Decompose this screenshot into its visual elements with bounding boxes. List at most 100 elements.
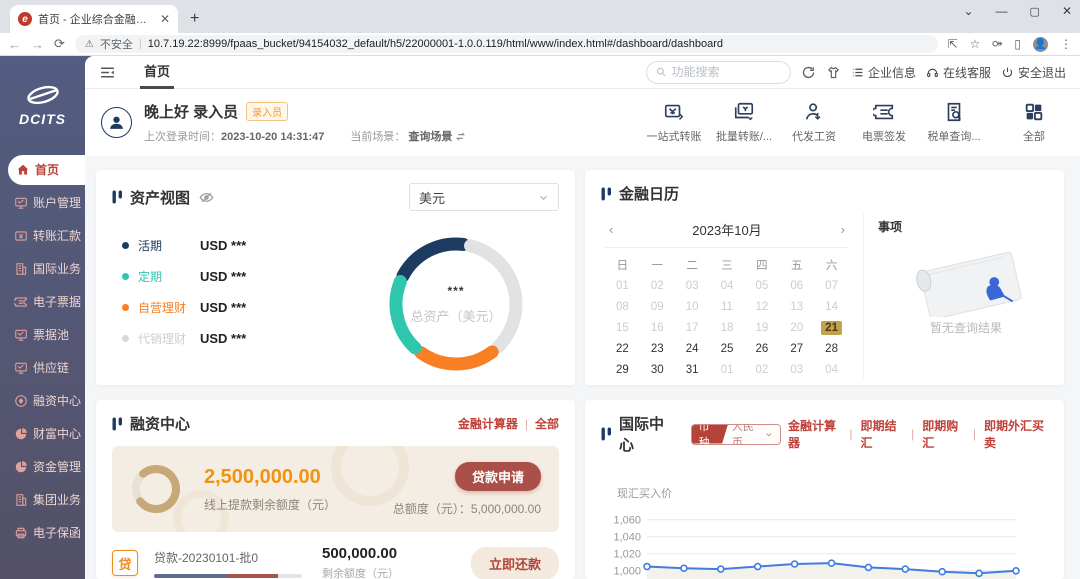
- calendar-prev-icon[interactable]: ‹: [609, 222, 631, 237]
- currency-type-select[interactable]: 币种 人民币: [691, 424, 781, 445]
- card-yuan-icon: [663, 101, 685, 123]
- sidebar-item-5[interactable]: 票据池: [0, 320, 85, 350]
- calendar-day[interactable]: 13: [779, 298, 814, 315]
- sidebar-item-4[interactable]: 电子票据: [0, 287, 85, 317]
- calendar-day[interactable]: 07: [814, 277, 849, 294]
- bookmark-star-icon[interactable]: ☆: [970, 37, 981, 51]
- quick-action-2[interactable]: 代发工资: [786, 101, 842, 144]
- search-input[interactable]: [671, 65, 780, 79]
- online-service-link[interactable]: 在线客服: [926, 64, 991, 81]
- safe-logout-link[interactable]: 安全退出: [1001, 64, 1066, 81]
- switch-scene-icon[interactable]: [455, 131, 466, 142]
- quick-action-0[interactable]: 一站式转账: [646, 101, 702, 144]
- loan-apply-button[interactable]: 贷款申请: [455, 462, 541, 491]
- repay-now-button[interactable]: 立即还款: [471, 547, 559, 579]
- calendar-day[interactable]: 05: [744, 277, 779, 294]
- calendar-day[interactable]: 30: [640, 361, 675, 378]
- calendar-day[interactable]: 18: [710, 319, 745, 336]
- financing-link-1[interactable]: 全部: [535, 415, 559, 432]
- sidebar-item-0[interactable]: 首页: [8, 155, 85, 185]
- calendar-day[interactable]: 26: [744, 340, 779, 357]
- sidebar-item-10[interactable]: 集团业务: [0, 485, 85, 515]
- quick-action-5[interactable]: 全部: [1006, 101, 1062, 144]
- currency-select[interactable]: 美元: [409, 183, 559, 211]
- browser-tab[interactable]: e 首页 - 企业综合金融服务平台 ✕: [10, 5, 178, 33]
- calendar-day[interactable]: 08: [605, 298, 640, 315]
- calendar-day[interactable]: 03: [675, 277, 710, 294]
- enterprise-info-link[interactable]: 企业信息: [851, 64, 916, 81]
- extensions-icon[interactable]: ⚩: [992, 37, 1002, 51]
- calendar-day[interactable]: 29: [605, 361, 640, 378]
- calendar-day[interactable]: 27: [779, 340, 814, 357]
- reload-icon[interactable]: ⟳: [54, 36, 65, 52]
- sidebar-item-3[interactable]: 国际业务: [0, 254, 85, 284]
- financing-link-0[interactable]: 金融计算器: [458, 415, 518, 432]
- calendar-day[interactable]: 24: [675, 340, 710, 357]
- calendar-day[interactable]: 23: [640, 340, 675, 357]
- refresh-page-icon[interactable]: [801, 65, 816, 80]
- calendar-day[interactable]: 15: [605, 319, 640, 336]
- calendar-day[interactable]: 02: [640, 277, 675, 294]
- window-minimize-icon[interactable]: —: [996, 4, 1008, 18]
- calendar-day[interactable]: 11: [710, 298, 745, 315]
- calendar-day[interactable]: 19: [744, 319, 779, 336]
- new-tab-button[interactable]: +: [190, 10, 199, 28]
- sidebar-item-7[interactable]: 融资中心: [0, 386, 85, 416]
- intl-link-2[interactable]: 即期购汇: [922, 417, 965, 451]
- calendar-day[interactable]: 09: [640, 298, 675, 315]
- quick-action-4[interactable]: 税单查询...: [926, 101, 982, 144]
- calendar-day[interactable]: 10: [675, 298, 710, 315]
- sidebar-item-1[interactable]: 账户管理: [0, 188, 85, 218]
- theme-skin-icon[interactable]: [826, 65, 841, 80]
- forward-icon[interactable]: →: [31, 37, 44, 52]
- tab-close-icon[interactable]: ✕: [160, 12, 170, 26]
- calendar-day[interactable]: 22: [605, 340, 640, 357]
- browser-profile-avatar[interactable]: 👤: [1033, 37, 1048, 52]
- calendar-day[interactable]: 28: [814, 340, 849, 357]
- calendar-day[interactable]: 17: [675, 319, 710, 336]
- security-warning-icon[interactable]: ⚠: [85, 39, 94, 50]
- calendar-next-icon[interactable]: ›: [823, 222, 845, 237]
- window-maximize-icon[interactable]: ▢: [1030, 5, 1040, 18]
- browser-menu-icon[interactable]: ⋮: [1060, 37, 1072, 51]
- calendar-day-today[interactable]: 21: [814, 319, 849, 336]
- intl-link-0[interactable]: 金融计算器: [788, 417, 841, 451]
- calendar-day[interactable]: 01: [605, 277, 640, 294]
- share-icon[interactable]: ⇱: [948, 37, 958, 51]
- intl-link-3[interactable]: 即期外汇买卖: [984, 417, 1048, 451]
- calendar-day[interactable]: 06: [779, 277, 814, 294]
- sidebar-item-8[interactable]: 财富中心: [0, 419, 85, 449]
- sidebar-item-6[interactable]: 供应链: [0, 353, 85, 383]
- calendar-day[interactable]: 04: [710, 277, 745, 294]
- hide-amounts-eye-icon[interactable]: [199, 190, 214, 205]
- intl-link-1[interactable]: 即期结汇: [860, 417, 903, 451]
- calendar-day[interactable]: 25: [710, 340, 745, 357]
- legend-dot: [122, 304, 129, 311]
- tab-home[interactable]: 首页: [140, 56, 174, 89]
- quick-action-1[interactable]: 批量转账/...: [716, 101, 772, 144]
- calendar-day[interactable]: 31: [675, 361, 710, 378]
- calendar-day[interactable]: 03: [779, 361, 814, 378]
- calendar-day[interactable]: 12: [744, 298, 779, 315]
- address-bar[interactable]: ⚠ 不安全 | 10.7.19.22:8999/fpaas_bucket/941…: [75, 35, 938, 53]
- window-menu-icon[interactable]: ⌄: [963, 4, 973, 18]
- side-panel-icon[interactable]: ▯: [1014, 37, 1021, 51]
- collapse-menu-icon[interactable]: [99, 64, 116, 81]
- back-icon[interactable]: ←: [8, 37, 21, 52]
- sidebar-item-2[interactable]: 转账汇款: [0, 221, 85, 251]
- sidebar-item-11[interactable]: 电子保函: [0, 518, 85, 548]
- card-title-bars-icon: [601, 427, 612, 441]
- sidebar-item-label: 国际业务: [33, 260, 81, 277]
- sidebar-item-9[interactable]: 资金管理: [0, 452, 85, 482]
- calendar-day[interactable]: 01: [710, 361, 745, 378]
- calendar-day[interactable]: 20: [779, 319, 814, 336]
- calendar-day[interactable]: 04: [814, 361, 849, 378]
- window-close-icon[interactable]: ✕: [1062, 4, 1072, 18]
- legend-item-2: 自营理财USD ***: [122, 299, 337, 316]
- quick-action-3[interactable]: 电票签发: [856, 101, 912, 144]
- calendar-day[interactable]: 02: [744, 361, 779, 378]
- headset-icon: [926, 66, 939, 79]
- function-search[interactable]: [646, 61, 791, 84]
- calendar-day[interactable]: 14: [814, 298, 849, 315]
- calendar-day[interactable]: 16: [640, 319, 675, 336]
